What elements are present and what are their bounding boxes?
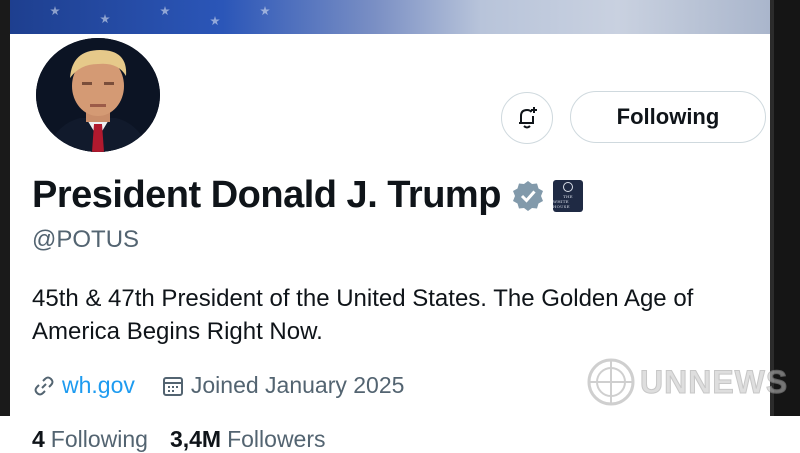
- screen-frame-right: [774, 0, 800, 416]
- followers-stat[interactable]: 3,4M Followers: [170, 426, 326, 453]
- joined-text: Joined January 2025: [190, 372, 405, 398]
- followers-count: 3,4M: [169, 426, 222, 452]
- avatar[interactable]: [32, 34, 164, 156]
- website-link[interactable]: wh.gov: [62, 372, 135, 399]
- bio: 45th & 47th President of the United Stat…: [32, 285, 694, 345]
- bell-plus-icon: [519, 107, 537, 129]
- calendar-icon: [162, 376, 183, 396]
- joined-date: Joined January 2025: [161, 372, 405, 399]
- following-stat[interactable]: 4 Following: [32, 426, 148, 453]
- watermark-text: UNNEWS: [639, 363, 789, 400]
- profile-banner: [10, 0, 770, 34]
- handle: @POTUS: [32, 226, 140, 253]
- watermark: UNNEWS: [586, 357, 788, 407]
- link-icon: [34, 376, 54, 395]
- followers-stat-label: Followers: [227, 426, 326, 452]
- profile-meta: wh.gov Joined January 2025: [32, 372, 404, 399]
- following-stat-label: Following: [50, 426, 148, 452]
- following-button[interactable]: Following: [570, 91, 766, 143]
- name-row: President Donald J. Trump THE WHITE HOUS…: [32, 174, 583, 217]
- following-count: 4: [32, 426, 45, 452]
- screen-frame-left: [0, 0, 10, 416]
- notifications-button[interactable]: [501, 92, 553, 144]
- following-button-label: Following: [616, 104, 720, 129]
- white-house-badge[interactable]: THE WHITE HOUSE: [552, 179, 583, 212]
- globe-emblem-icon: [587, 358, 635, 406]
- follow-stats: 4 Following 3,4M Followers: [32, 426, 348, 453]
- verified-badge-icon[interactable]: [511, 179, 545, 213]
- display-name: President Donald J. Trump: [32, 174, 501, 216]
